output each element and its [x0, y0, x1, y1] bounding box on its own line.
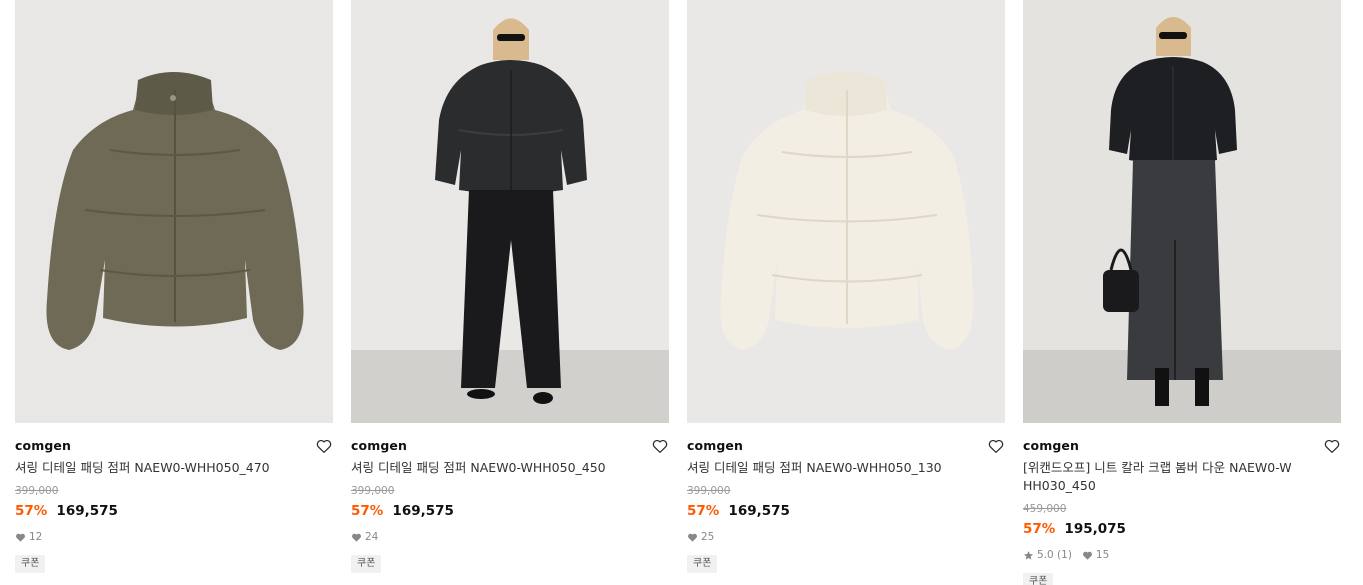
product-title[interactable]: 셔링 디테일 패딩 점퍼 NAEW0-WHH050_130 — [687, 459, 987, 477]
original-price: 399,000 — [687, 485, 731, 497]
product-card[interactable]: comgen 셔링 디테일 패딩 점퍼 NAEW0-WHH050_130 399… — [687, 0, 1005, 585]
heart-filled-icon — [352, 533, 361, 542]
brand-row: comgen — [351, 435, 669, 457]
product-image[interactable] — [687, 0, 1005, 423]
product-image[interactable] — [15, 0, 333, 423]
original-price: 399,000 — [15, 485, 59, 497]
brand-row: comgen — [1023, 435, 1341, 457]
discount-rate: 57% — [351, 503, 384, 519]
coupon-badge: 쿠폰 — [15, 555, 46, 573]
heart-filled-icon — [1082, 551, 1092, 560]
model-black-jacket-image — [351, 0, 669, 423]
product-card[interactable]: comgen [위캔드오프] 니트 칼라 크랩 봄버 다운 NAEW0-WHH0… — [1023, 0, 1341, 585]
likes-count: 15 — [1095, 549, 1110, 561]
original-price: 459,000 — [1023, 503, 1067, 515]
product-meta: 12 — [15, 530, 333, 544]
brand-name[interactable]: comgen — [1023, 435, 1341, 457]
product-card[interactable]: comgen 셔링 디테일 패딩 점퍼 NAEW0-WHH050_450 399… — [351, 0, 669, 585]
price-row: 57% 195,075 — [1023, 519, 1341, 538]
coupon-badge: 쿠폰 — [687, 555, 718, 573]
jacket-ivory-image — [687, 0, 1005, 423]
star-icon — [1024, 550, 1033, 560]
likes-count: 24 — [365, 531, 379, 543]
heart-outline-icon[interactable] — [651, 437, 669, 455]
heart-outline-icon[interactable] — [1323, 437, 1341, 455]
brand-name[interactable]: comgen — [687, 435, 1005, 457]
price-row: 57% 169,575 — [15, 501, 333, 520]
original-price: 399,000 — [351, 485, 395, 497]
product-image[interactable] — [351, 0, 669, 423]
product-meta: 25 — [687, 530, 1005, 544]
product-grid: comgen 셔링 디테일 패딩 점퍼 NAEW0-WHH050_470 399… — [0, 0, 1363, 585]
sale-price: 169,575 — [728, 503, 790, 519]
discount-rate: 57% — [15, 503, 48, 519]
discount-rate: 57% — [687, 503, 720, 519]
product-meta: 5.0 (1) 15 — [1023, 548, 1341, 562]
price-row: 57% 169,575 — [351, 501, 669, 520]
likes-count: 12 — [29, 531, 43, 543]
discount-rate: 57% — [1023, 521, 1056, 537]
sale-price: 195,075 — [1064, 521, 1126, 537]
price-row: 57% 169,575 — [687, 501, 1005, 520]
product-meta: 24 — [351, 530, 669, 544]
product-title[interactable]: [위캔드오프] 니트 칼라 크랩 봄버 다운 NAEW0-WHH030_450 — [1023, 459, 1293, 495]
brand-row: comgen — [687, 435, 1005, 457]
likes-count: 25 — [701, 531, 715, 543]
product-title[interactable]: 셔링 디테일 패딩 점퍼 NAEW0-WHH050_450 — [351, 459, 651, 477]
jacket-olive-image — [15, 0, 333, 423]
rating-score: 5.0 (1) — [1037, 549, 1072, 561]
heart-outline-icon[interactable] — [987, 437, 1005, 455]
brand-row: comgen — [15, 435, 333, 457]
model-bomber-skirt-image — [1023, 0, 1341, 423]
heart-outline-icon[interactable] — [315, 437, 333, 455]
sale-price: 169,575 — [56, 503, 118, 519]
heart-filled-icon — [16, 533, 25, 542]
brand-name[interactable]: comgen — [351, 435, 669, 457]
coupon-badge: 쿠폰 — [351, 555, 382, 573]
product-card[interactable]: comgen 셔링 디테일 패딩 점퍼 NAEW0-WHH050_470 399… — [15, 0, 333, 585]
product-image[interactable] — [1023, 0, 1341, 423]
sale-price: 169,575 — [392, 503, 454, 519]
product-title[interactable]: 셔링 디테일 패딩 점퍼 NAEW0-WHH050_470 — [15, 459, 315, 477]
brand-name[interactable]: comgen — [15, 435, 333, 457]
coupon-badge: 쿠폰 — [1023, 573, 1054, 585]
heart-filled-icon — [688, 533, 697, 542]
